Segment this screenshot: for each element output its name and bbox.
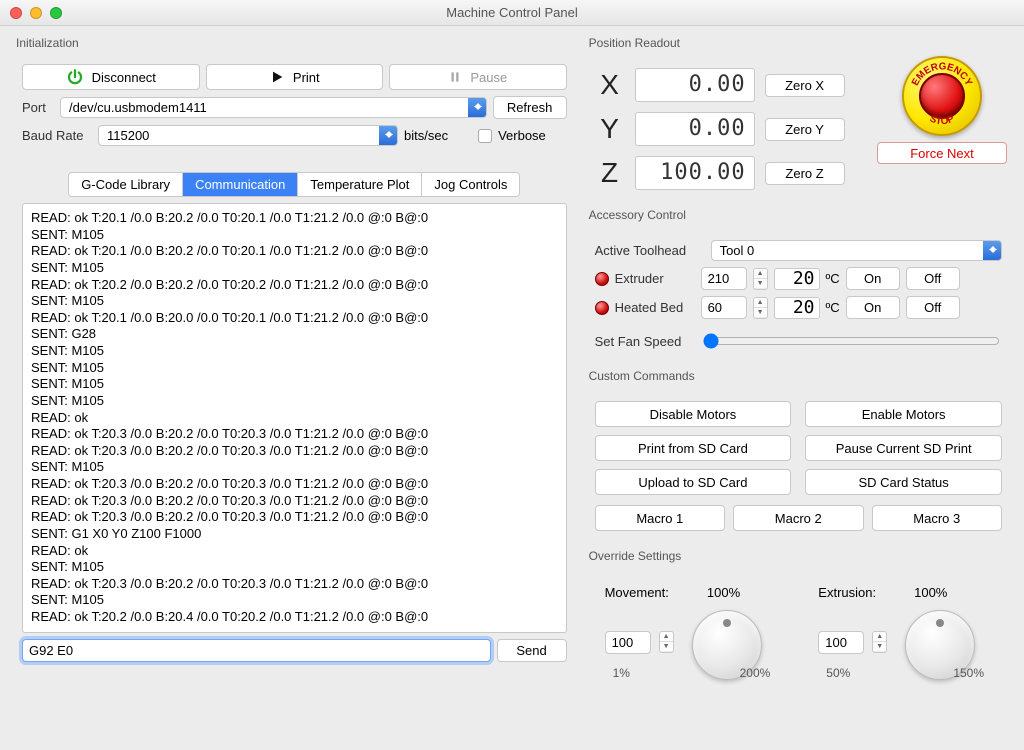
toolhead-label: Active Toolhead: [595, 243, 705, 258]
accessory-label: Accessory Control: [589, 208, 1012, 222]
tab-temperature-plot[interactable]: Temperature Plot: [298, 173, 422, 196]
bed-unit: ºC: [826, 300, 840, 315]
baud-label: Baud Rate: [22, 128, 92, 143]
extrusion-override-pct: 100%: [914, 585, 947, 600]
toolhead-select[interactable]: Tool 0: [711, 240, 1002, 261]
disconnect-button[interactable]: Disconnect: [22, 64, 200, 90]
main-tab-panel: G-Code Library Communication Temperature…: [12, 164, 577, 672]
bed-setpoint-input[interactable]: [701, 296, 747, 319]
port-select[interactable]: /dev/cu.usbmodem1411: [60, 97, 487, 118]
print-button[interactable]: Print: [206, 64, 384, 90]
refresh-button[interactable]: Refresh: [493, 96, 567, 119]
movement-max: 200%: [740, 666, 771, 680]
fan-speed-label: Set Fan Speed: [595, 334, 695, 349]
verbose-checkbox[interactable]: [478, 129, 492, 143]
extrusion-min: 50%: [826, 666, 850, 680]
axis-y-value: 0.00: [635, 112, 755, 146]
verbose-label: Verbose: [498, 128, 546, 143]
bed-off-button[interactable]: Off: [906, 296, 960, 319]
tab-gcode-library[interactable]: G-Code Library: [69, 173, 183, 196]
custom-commands-panel: Disable Motors Enable Motors Print from …: [585, 389, 1012, 543]
window-minimize-button[interactable]: [30, 7, 42, 19]
extrusion-max: 150%: [953, 666, 984, 680]
extruder-setpoint-input[interactable]: [701, 267, 747, 290]
custom-label: Custom Commands: [589, 369, 1012, 383]
macro-3-button[interactable]: Macro 3: [872, 505, 1002, 531]
initialization-panel: Disconnect Print Pause Port /dev/cu.usbm…: [12, 56, 577, 158]
disable-motors-button[interactable]: Disable Motors: [595, 401, 792, 427]
extruder-stepper[interactable]: ▲▼: [753, 268, 768, 290]
bed-led-icon: [595, 301, 609, 315]
zero-y-button[interactable]: Zero Y: [765, 118, 845, 141]
extruder-on-button[interactable]: On: [846, 267, 900, 290]
pause-icon: [448, 70, 462, 84]
pause-button[interactable]: Pause: [389, 64, 567, 90]
svg-text:STOP: STOP: [928, 113, 956, 127]
extrusion-override-stepper[interactable]: ▲▼: [872, 631, 887, 653]
window-close-button[interactable]: [10, 7, 22, 19]
movement-override-stepper[interactable]: ▲▼: [659, 631, 674, 653]
extruder-led-icon: [595, 272, 609, 286]
extrusion-override-label: Extrusion:: [818, 585, 876, 600]
fan-speed-slider[interactable]: [703, 333, 1000, 349]
estop-text-icon: EMERGENCY STOP: [904, 58, 980, 134]
pause-sd-button[interactable]: Pause Current SD Print: [805, 435, 1002, 461]
tab-jog-controls[interactable]: Jog Controls: [422, 173, 519, 196]
port-label: Port: [22, 100, 54, 115]
window-titlebar: Machine Control Panel: [0, 0, 1024, 26]
play-icon: [269, 69, 285, 85]
macro-1-button[interactable]: Macro 1: [595, 505, 725, 531]
bits-sec-label: bits/sec: [404, 128, 448, 143]
upload-sd-button[interactable]: Upload to SD Card: [595, 469, 792, 495]
movement-override-input[interactable]: [605, 631, 651, 654]
baud-select[interactable]: 115200: [98, 125, 398, 146]
window-title: Machine Control Panel: [446, 5, 578, 20]
axis-x-label: X: [595, 69, 625, 101]
tab-bar: G-Code Library Communication Temperature…: [68, 172, 520, 197]
extruder-label: Extruder: [615, 271, 695, 286]
initialization-label: Initialization: [16, 36, 577, 50]
command-input[interactable]: [22, 639, 491, 662]
bed-actual-temp: 20: [774, 297, 820, 319]
print-label: Print: [293, 70, 320, 85]
accessory-panel: Active Toolhead Tool 0 Extruder ▲▼ 20 ºC…: [585, 228, 1012, 363]
pause-label: Pause: [470, 70, 507, 85]
sd-status-button[interactable]: SD Card Status: [805, 469, 1002, 495]
window-zoom-button[interactable]: [50, 7, 62, 19]
extruder-off-button[interactable]: Off: [906, 267, 960, 290]
override-label: Override Settings: [589, 549, 1012, 563]
axis-z-label: Z: [595, 157, 625, 189]
zero-x-button[interactable]: Zero X: [765, 74, 845, 97]
override-panel: Movement: 100% ▲▼ 1% 200% Extrusion: 100…: [585, 569, 1012, 692]
extruder-unit: ºC: [826, 271, 840, 286]
enable-motors-button[interactable]: Enable Motors: [805, 401, 1002, 427]
emergency-stop-button[interactable]: EMERGENCY STOP: [902, 56, 982, 136]
dro-label: Position Readout: [589, 36, 864, 50]
macro-2-button[interactable]: Macro 2: [733, 505, 863, 531]
communication-log[interactable]: READ: ok T:20.1 /0.0 B:20.2 /0.0 T0:20.1…: [22, 203, 567, 633]
axis-y-label: Y: [595, 113, 625, 145]
movement-override-pct: 100%: [707, 585, 740, 600]
zero-z-button[interactable]: Zero Z: [765, 162, 845, 185]
bed-label: Heated Bed: [615, 300, 695, 315]
power-icon: [66, 68, 84, 86]
extruder-actual-temp: 20: [774, 268, 820, 290]
axis-x-value: 0.00: [635, 68, 755, 102]
send-button[interactable]: Send: [497, 639, 567, 662]
axis-z-value: 100.00: [635, 156, 755, 190]
bed-stepper[interactable]: ▲▼: [753, 297, 768, 319]
extrusion-override-input[interactable]: [818, 631, 864, 654]
movement-override-label: Movement:: [605, 585, 669, 600]
movement-min: 1%: [613, 666, 630, 680]
print-sd-button[interactable]: Print from SD Card: [595, 435, 792, 461]
disconnect-label: Disconnect: [92, 70, 156, 85]
tab-communication[interactable]: Communication: [183, 173, 298, 196]
position-readout-panel: X 0.00 Zero X Y 0.00 Zero Y Z 100.00 Zer…: [585, 56, 864, 202]
svg-text:EMERGENCY: EMERGENCY: [910, 61, 974, 88]
bed-on-button[interactable]: On: [846, 296, 900, 319]
force-next-button[interactable]: Force Next: [877, 142, 1007, 164]
